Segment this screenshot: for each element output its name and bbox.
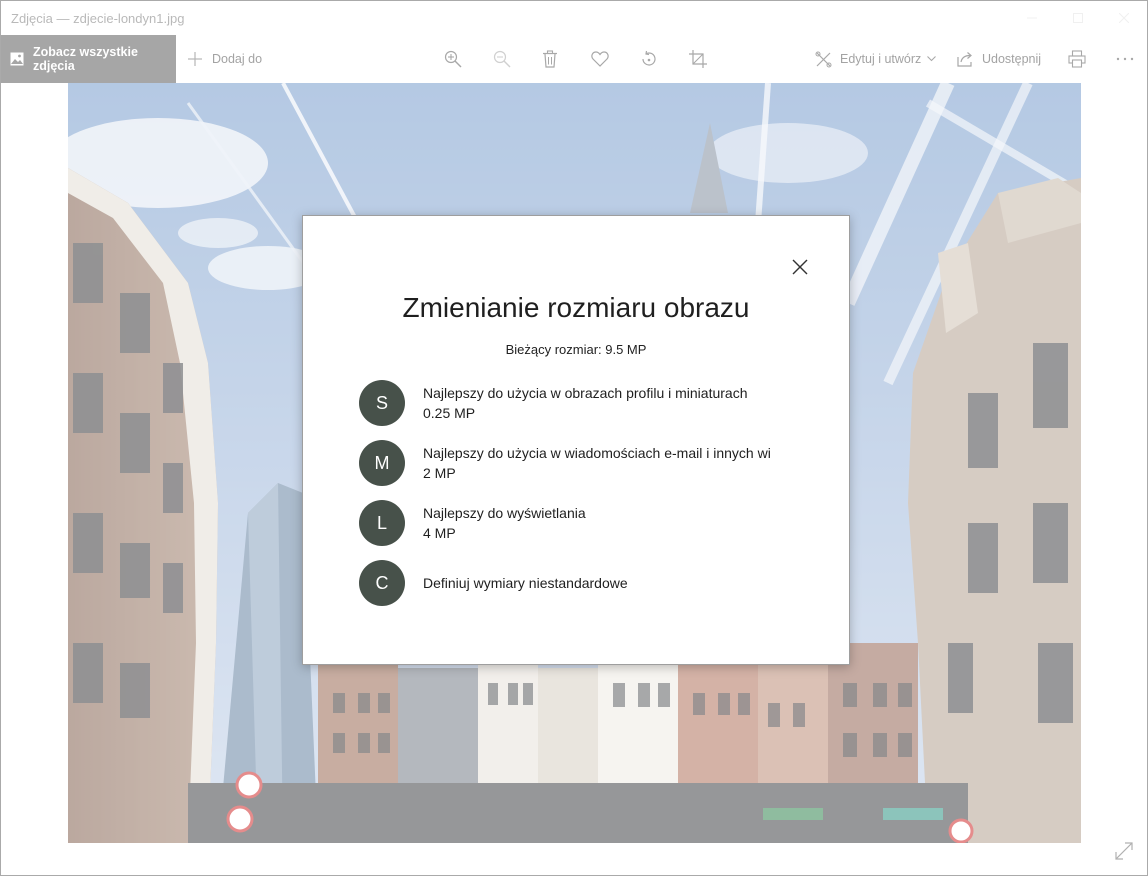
delete-button[interactable] [540,49,560,69]
size-badge-s: S [359,380,405,426]
size-badge-l: L [359,500,405,546]
size-option-megapixels: 4 MP [423,525,456,541]
rotate-icon [642,50,656,66]
size-option-large[interactable]: L Najlepszy do wyświetlania 4 MP [359,500,819,548]
dialog-close-button[interactable] [789,256,811,278]
size-badge-c: C [359,560,405,606]
zoom-out-button[interactable] [492,49,512,69]
edit-icon [815,51,832,67]
photos-app-window: Zdjęcia — zdjecie-londyn1.jpg Zobacz wsz… [0,0,1148,876]
dialog-title: Zmienianie rozmiaru obrazu [402,292,750,323]
size-option-custom[interactable]: C Definiuj wymiary niestandardowe [359,560,819,608]
window-title: Zdjęcia — zdjecie-londyn1.jpg [11,11,185,26]
size-option-description: Najlepszy do użycia w wiadomościach e-ma… [423,445,771,461]
size-option-megapixels: 2 MP [423,465,456,481]
size-option-description: Najlepszy do wyświetlania [423,505,586,521]
size-badge-m: M [359,440,405,486]
see-all-photos-label: Zobacz wszystkie zdjęcia [33,45,138,73]
edit-create-button[interactable]: Edytuj i utwórz [815,35,937,83]
plus-icon [188,52,202,66]
size-option-description: Definiuj wymiary niestandardowe [423,575,628,591]
heart-icon [591,51,609,67]
size-option-description: Najlepszy do użycia w obrazach profilu i… [423,385,748,401]
size-option-small[interactable]: S Najlepszy do użycia w obrazach profilu… [359,380,819,428]
rotate-button[interactable] [639,49,659,69]
edit-create-label: Edytuj i utwórz [840,52,922,66]
fullscreen-button[interactable] [1113,840,1135,862]
more-icon [1116,57,1134,61]
more-options-button[interactable] [1115,49,1135,69]
delete-icon [543,50,557,68]
toolbar: Zobacz wszystkie zdjęcia Dodaj do Edytuj… [1,35,1147,83]
share-button[interactable]: Udostępnij [957,35,1041,83]
chevron-down-icon [927,56,937,62]
zoom-in-icon [444,50,462,68]
close-window-icon [1119,13,1129,23]
print-button[interactable] [1067,49,1087,69]
share-icon [957,52,972,67]
see-all-photos-button[interactable]: Zobacz wszystkie zdjęcia [1,35,176,83]
window-controls [1009,1,1147,35]
zoom-in-button[interactable] [443,49,463,69]
print-icon [1068,50,1086,68]
minimize-button[interactable] [1009,1,1055,35]
zoom-out-icon [493,50,511,68]
crop-icon [689,50,707,68]
expand-icon [1115,842,1133,860]
maximize-icon [1073,13,1083,23]
current-size-label: Bieżący rozmiar: 9.5 MP [505,342,647,357]
crop-button[interactable] [688,49,708,69]
add-to-button[interactable]: Dodaj do [187,35,262,83]
size-option-medium[interactable]: M Najlepszy do użycia w wiadomościach e-… [359,440,819,488]
share-label: Udostępnij [982,52,1042,66]
picture-icon [10,52,24,66]
close-icon [792,259,808,275]
add-to-label: Dodaj do [212,52,263,66]
resize-image-dialog: Zmienianie rozmiaru obrazu Bieżący rozmi… [302,215,850,665]
maximize-button[interactable] [1055,1,1101,35]
favorite-button[interactable] [590,49,610,69]
minimize-icon [1027,17,1037,19]
size-option-megapixels: 0.25 MP [423,405,476,421]
title-bar: Zdjęcia — zdjecie-londyn1.jpg [1,1,1147,35]
close-window-button[interactable] [1101,1,1147,35]
